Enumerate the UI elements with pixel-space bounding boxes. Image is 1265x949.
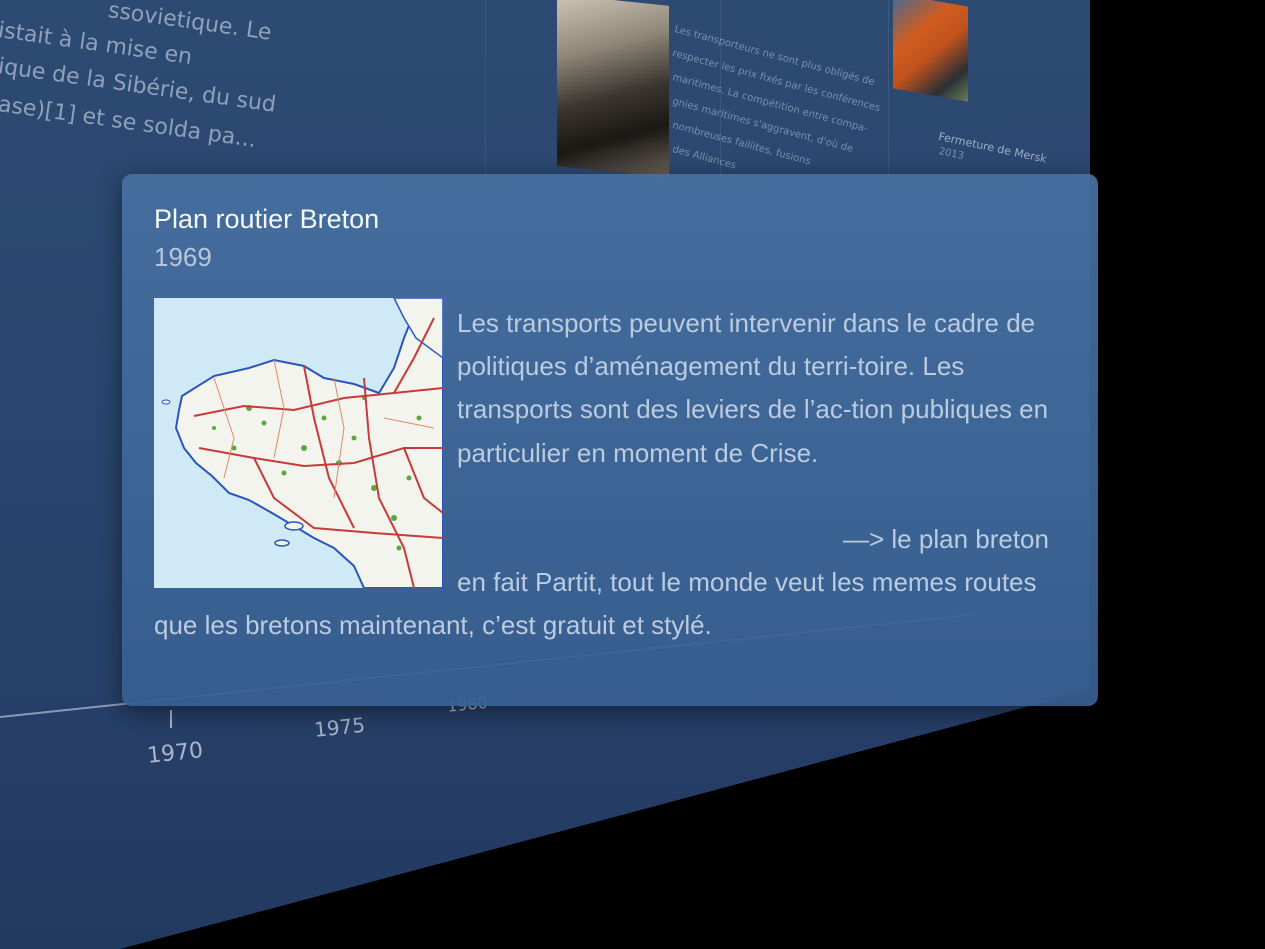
timeline-tick bbox=[170, 710, 172, 728]
timeline-year: 1975 bbox=[313, 712, 367, 742]
event-title: Plan routier Breton bbox=[154, 204, 380, 234]
ship-photo bbox=[557, 0, 669, 178]
bg-small-text: des Alliances bbox=[671, 144, 738, 172]
bg-event-year: 2013 bbox=[937, 146, 965, 163]
column-divider bbox=[485, 0, 486, 175]
event-detail-card[interactable]: Plan routier Breton 1969 Les transports … bbox=[122, 174, 1098, 706]
event-year: 1969 bbox=[154, 242, 212, 272]
train-photo bbox=[893, 0, 968, 102]
timeline-year: 1970 bbox=[146, 738, 205, 769]
image-spacer bbox=[154, 302, 457, 564]
column-divider bbox=[888, 0, 889, 175]
event-description: Les transports peuvent intervenir dans l… bbox=[154, 302, 1064, 647]
